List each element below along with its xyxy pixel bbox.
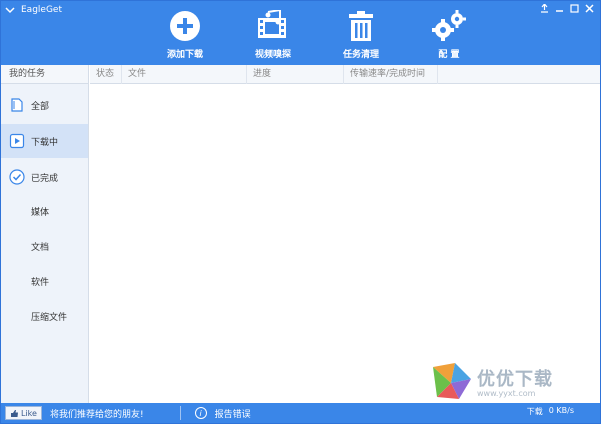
sidebar-item-downloading[interactable]: 下载中 [1,124,88,158]
add-download-button[interactable]: 添加下载 [141,9,229,61]
download-speed: 0 KB/s [548,406,574,415]
pin-icon[interactable] [538,3,551,14]
minimize-icon[interactable] [553,3,566,14]
title-area: EagleGet [5,3,62,17]
task-clean-button[interactable]: 任务清理 [317,9,405,61]
sidebar-subitem-software[interactable]: 软件 [1,264,88,299]
task-list: 状态 文件 进度 传输速率/完成时间 [90,64,600,403]
sidebar-item-label: 下载中 [31,137,59,148]
thumbs-up-icon [11,409,18,417]
maximize-icon[interactable] [568,3,581,14]
download-label: 下载 [526,407,543,416]
app-window: EagleGet 添加下载 视频嗅探 任务清理 配 置 我的任务 全部 下载中 … [0,0,601,424]
watermark-logo-icon [433,363,471,399]
sidebar-header: 我的任务 [1,65,88,84]
sidebar-subitem-media[interactable]: 媒体 [1,194,88,229]
window-controls [538,3,596,14]
column-headers: 状态 文件 进度 传输速率/完成时间 [90,64,600,84]
play-icon [9,133,25,149]
close-icon[interactable] [583,3,596,14]
sidebar-subitem-documents[interactable]: 文档 [1,229,88,264]
watermark-text: 优优下载 www.yyxt.com [477,365,553,398]
top-bar: EagleGet 添加下载 视频嗅探 任务清理 配 置 [1,1,600,65]
sidebar: 我的任务 全部 下载中 已完成 媒体 文档 软件 压缩文件 [1,65,89,403]
app-title: EagleGet [21,5,62,15]
trash-icon [344,9,378,43]
settings-label: 配 置 [438,50,460,60]
task-clean-label: 任务清理 [342,50,379,60]
column-file[interactable]: 文件 [122,64,247,84]
gears-icon [432,9,466,43]
sidebar-item-label: 已完成 [31,173,59,184]
film-music-icon [256,9,290,43]
report-error-link[interactable]: 报告错误 [215,407,251,420]
speed-readout: 下载 0 KB/s [527,406,574,417]
video-sniff-label: 视频嗅探 [254,50,291,60]
info-icon: i [194,407,207,419]
video-sniff-button[interactable]: 视频嗅探 [229,9,317,61]
menu-chevron-icon[interactable] [5,5,15,15]
sidebar-item-label: 全部 [31,101,50,112]
watermark-main: 优优下载 [477,368,553,390]
like-label: Like [21,408,37,418]
all-files-icon [9,97,25,113]
watermark: 优优下载 www.yyxt.com [429,361,553,401]
recommend-link[interactable]: 将我们推荐给您的朋友! [50,407,144,420]
settings-button[interactable]: 配 置 [405,9,493,61]
status-bar: Like 将我们推荐给您的朋友! i 报告错误 下载 0 KB/s [1,403,600,423]
column-progress[interactable]: 进度 [247,64,344,84]
sidebar-item-all[interactable]: 全部 [1,88,88,122]
column-speed[interactable]: 传输速率/完成时间 [344,64,438,84]
sidebar-subitem-archives[interactable]: 压缩文件 [1,299,88,334]
sidebar-item-completed[interactable]: 已完成 [1,160,88,194]
divider [179,406,181,420]
add-download-label: 添加下载 [166,50,203,60]
add-circle-icon [168,9,202,43]
like-button[interactable]: Like [5,406,42,420]
check-circle-icon [9,169,25,185]
column-status[interactable]: 状态 [90,64,122,84]
toolbar: 添加下载 视频嗅探 任务清理 配 置 [141,9,493,61]
